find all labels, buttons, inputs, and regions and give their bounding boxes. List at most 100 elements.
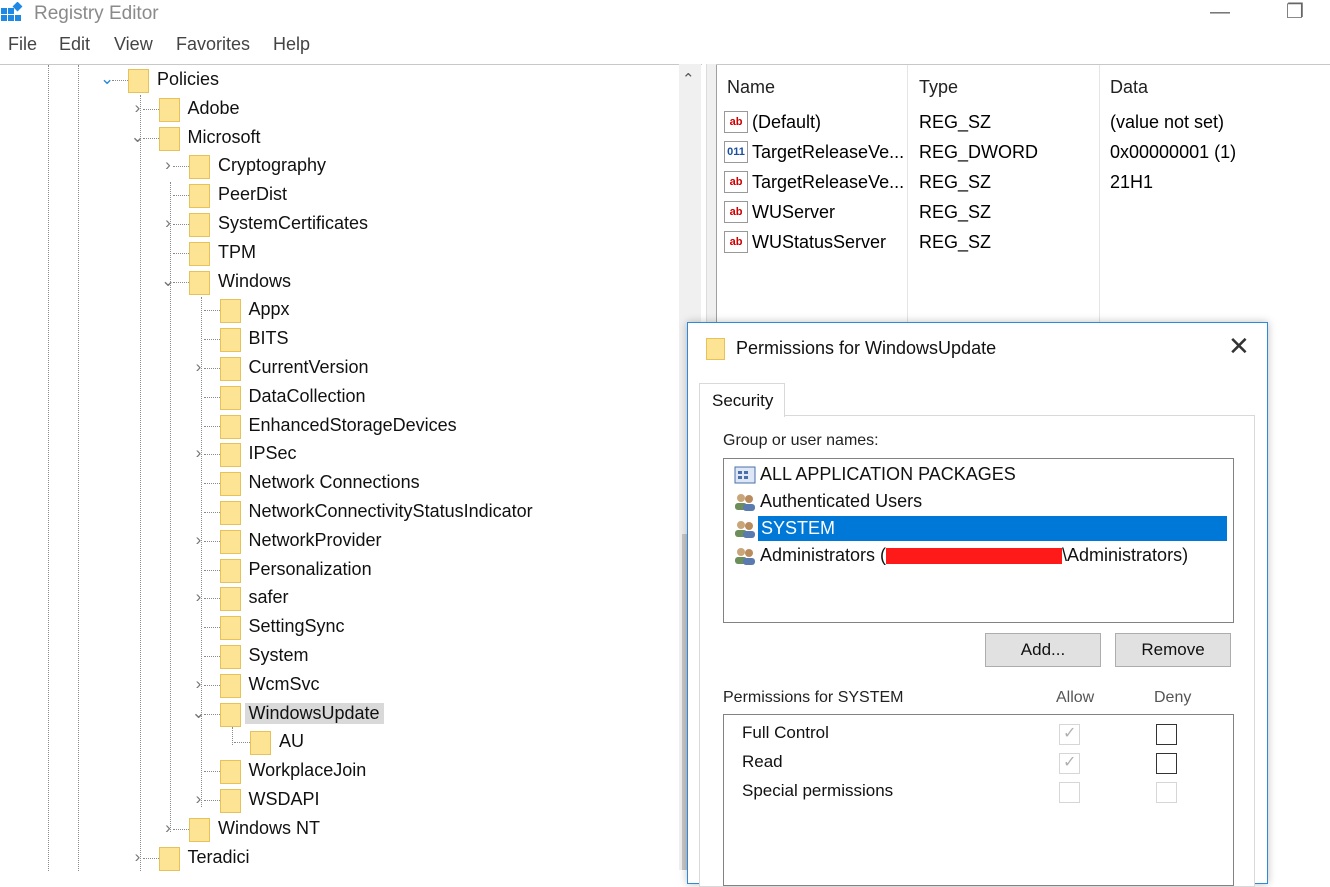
deny-checkbox[interactable] [1156,724,1177,745]
tree-connector [142,108,159,110]
value-row[interactable]: ab WUServer REG_SZ [716,198,1330,228]
folder-icon [219,558,241,583]
user-name: SYSTEM [758,516,1227,541]
tree-connector [203,310,220,312]
tree-node-label: safer [248,587,289,608]
chevron-right-icon[interactable]: › [192,357,206,377]
user-item-all-application-packages[interactable]: ALL APPLICATION PACKAGES [732,462,1232,489]
scroll-up-arrow-icon[interactable]: ⌃ [682,70,695,88]
allow-checkbox: ✓ [1059,724,1080,745]
tab-security[interactable]: Security [699,383,785,417]
tree-connector [173,166,189,168]
tree-node-label: Cryptography [218,155,327,176]
user-item-administrators[interactable]: Administrators (\Administrators) [732,543,1232,570]
folder-icon [706,338,725,360]
column-header-name[interactable]: Name [727,77,775,98]
menu-file[interactable]: File [8,34,37,55]
chevron-down-icon[interactable]: ⌄ [100,69,114,89]
restore-button[interactable]: ❐ [1272,0,1318,28]
folder-icon [189,270,210,295]
tree-node-label: TPM [218,241,256,262]
value-row[interactable]: ab TargetReleaseVe... REG_SZ 21H1 [716,168,1330,198]
chevron-right-icon[interactable]: › [131,847,145,867]
chevron-down-icon[interactable]: ⌄ [192,703,206,723]
chevron-right-icon[interactable]: › [192,674,206,694]
chevron-right-icon[interactable]: › [192,789,206,809]
tree-node-label: SystemCertificates [218,213,369,233]
tree-connector [203,512,220,513]
folder-icon [189,241,210,266]
binary-value-icon: 011 [724,141,748,163]
close-icon[interactable]: ✕ [1228,331,1250,362]
value-row[interactable]: 011 TargetReleaseVe... REG_DWORD 0x00000001… [716,138,1330,168]
chevron-right-icon[interactable]: › [161,213,175,233]
tree-guide-line [78,65,79,871]
remove-button[interactable]: Remove [1115,633,1231,667]
column-header-data[interactable]: Data [1110,77,1148,98]
value-data: 21H1 [1110,172,1154,192]
check-icon: ✓ [1063,754,1077,771]
value-name: (Default) [752,112,822,132]
value-name: TargetReleaseVe... [752,142,905,162]
users-icon [735,494,755,511]
folder-icon [219,328,241,353]
allow-checkbox: ✓ [1059,753,1080,774]
tree-connector [203,598,220,600]
window-title: Registry Editor [34,3,159,24]
deny-header: Deny [1154,689,1192,706]
string-value-icon: ab [724,111,748,133]
permission-label: Special permissions [742,781,894,800]
add-button[interactable]: Add... [985,633,1101,667]
permissions-list: Full Control ✓ Read ✓ Special permissions [723,714,1234,886]
tree-connector [203,540,220,542]
folder-icon [219,299,241,324]
tree-node-label: WindowsUpdate [244,702,384,724]
tree-connector [173,195,189,197]
chevron-right-icon[interactable]: › [192,587,206,607]
tree-node-label: BITS [248,328,289,349]
folder-icon [219,587,241,612]
tree-node-label: Personalization [248,558,372,579]
value-row[interactable]: ab WUStatusServer REG_SZ [716,228,1330,258]
folder-icon [219,472,241,497]
deny-checkbox [1156,782,1177,803]
chevron-right-icon[interactable]: › [131,98,145,118]
chevron-right-icon[interactable]: › [161,818,175,838]
group-or-user-names-label: Group or user names: [723,432,879,449]
tab-security-label: Security [712,391,774,410]
tree-node-label: Adobe [187,97,240,118]
user-name: Authenticated Users [760,491,923,511]
menu-edit[interactable]: Edit [59,34,90,55]
folder-icon [219,673,241,698]
registry-tree[interactable] [0,64,702,871]
tree-node-label: EnhancedStorageDevices [248,414,457,435]
tree-node-label: DataCollection [248,385,366,406]
tree-connector [203,483,220,485]
user-item-system[interactable]: SYSTEM [732,516,1232,543]
folder-icon [189,184,210,209]
folder-icon [219,789,241,813]
tree-connector [203,425,220,427]
deny-checkbox[interactable] [1156,753,1177,774]
value-type: REG_DWORD [919,142,1039,162]
chevron-right-icon[interactable]: › [161,155,175,175]
tree-connector [112,80,128,81]
value-row[interactable]: ab (Default) REG_SZ (value not set) [716,108,1330,138]
permission-label: Full Control [742,723,829,742]
menu-view[interactable]: View [114,34,153,55]
chevron-right-icon[interactable]: › [192,443,206,463]
menu-help[interactable]: Help [273,34,310,55]
folder-icon [219,385,241,410]
column-header-type[interactable]: Type [919,77,958,98]
menu-favorites[interactable]: Favorites [176,34,250,55]
user-item-authenticated-users[interactable]: Authenticated Users [732,489,1232,516]
users-icon [735,521,755,538]
chevron-right-icon[interactable]: › [192,530,206,550]
tree-node-label: Teradici [187,846,250,867]
chevron-down-icon[interactable]: ⌄ [161,271,175,291]
chevron-down-icon[interactable]: ⌄ [131,127,145,147]
minimize-button[interactable]: — [1197,0,1243,28]
user-list[interactable]: ALL APPLICATION PACKAGES Authenticated U… [723,458,1234,623]
tree-connector [203,627,220,629]
tree-connector [203,396,220,398]
